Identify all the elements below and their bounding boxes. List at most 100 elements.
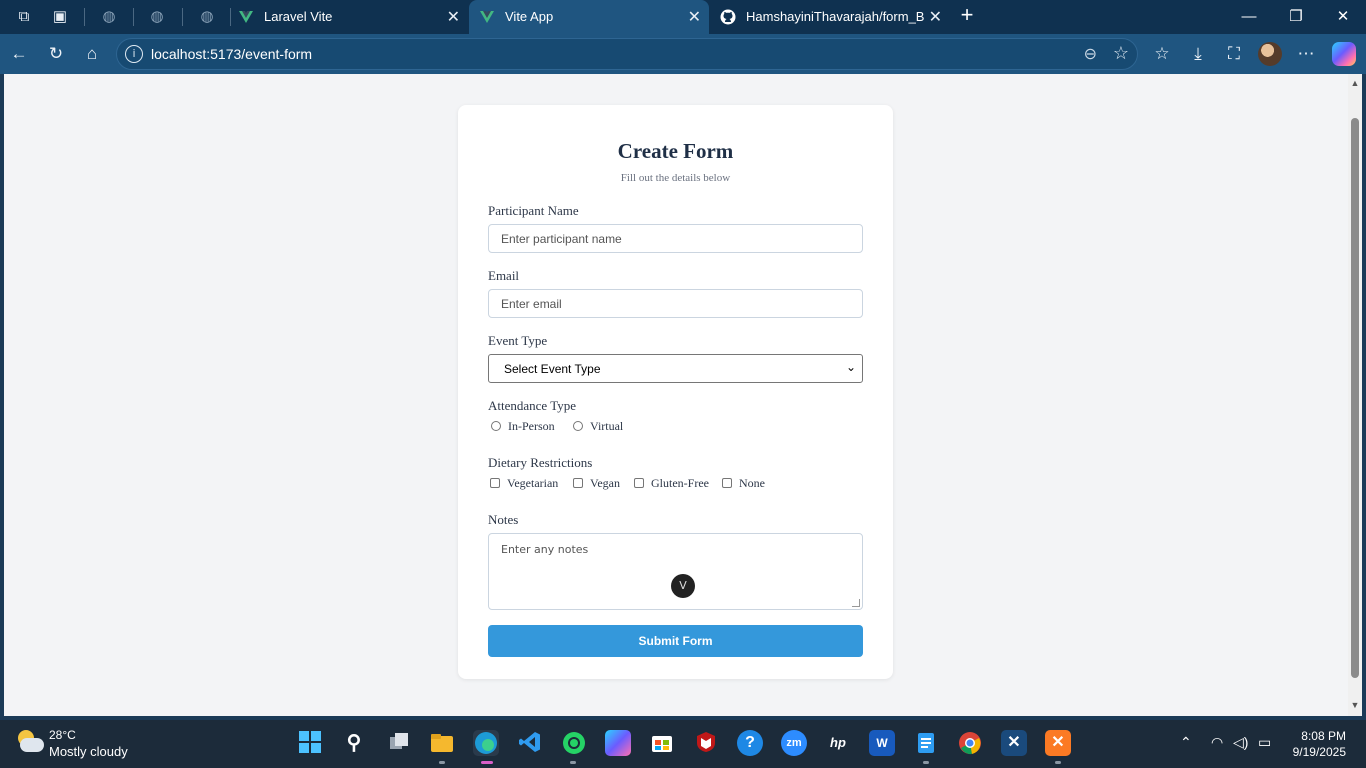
page-scrollbar[interactable]: ▲ ▼ — [1348, 74, 1362, 716]
edge-icon[interactable] — [473, 730, 499, 756]
screenshot-icon[interactable]: ⛶ — [1223, 43, 1245, 65]
event-type-label: Event Type — [488, 333, 548, 348]
event-form-card: Create Form Fill out the details below P… — [458, 105, 893, 679]
tab-actions-icon[interactable]: ▣ — [49, 6, 71, 28]
notes-label: Notes — [488, 512, 519, 527]
new-tab-button[interactable]: + — [956, 4, 978, 28]
file-explorer-icon[interactable] — [429, 730, 455, 756]
weather-icon[interactable] — [16, 728, 46, 758]
resize-handle-icon[interactable] — [852, 599, 860, 607]
running-indicator — [570, 761, 576, 764]
checkbox[interactable] — [722, 478, 732, 488]
task-view-icon[interactable] — [386, 730, 412, 756]
restore-button[interactable]: ❐ — [1285, 6, 1307, 28]
notes-textarea[interactable]: Enter any notes V — [488, 533, 863, 610]
zoom-icon[interactable]: ⊖ — [1084, 44, 1097, 64]
zoom-icon[interactable]: zm — [781, 730, 807, 756]
email-label: Email — [488, 268, 520, 283]
favorite-star-icon[interactable]: ☆ — [1113, 43, 1129, 64]
radio-button[interactable] — [573, 421, 583, 431]
dietary-option-gluten-free[interactable]: Gluten-Free — [634, 476, 709, 491]
more-menu-icon[interactable]: ⋯ — [1295, 43, 1317, 65]
copilot-icon[interactable] — [605, 730, 631, 756]
hp-icon[interactable]: hp — [825, 730, 851, 756]
xampp-x-icon[interactable]: ✕ — [1001, 730, 1027, 756]
battery-icon[interactable]: ▭ — [1258, 734, 1271, 751]
tab-laravel-vite[interactable]: Laravel Vite ✕ — [228, 0, 468, 34]
downloads-icon[interactable]: ⤓ — [1187, 43, 1209, 65]
attendance-option-label: In-Person — [508, 419, 555, 433]
tab-separator — [133, 8, 134, 26]
event-type-selected-value: Select Event Type — [504, 362, 601, 376]
email-input[interactable] — [488, 289, 863, 318]
minimize-button[interactable]: — — [1238, 6, 1260, 28]
copilot-icon[interactable] — [1332, 42, 1356, 66]
home-icon[interactable]: ⌂ — [81, 43, 103, 65]
xampp-icon[interactable]: ✕ — [1045, 730, 1071, 756]
site-info-icon[interactable]: i — [125, 45, 143, 63]
notepad-icon[interactable] — [913, 730, 939, 756]
notes-placeholder: Enter any notes — [501, 543, 589, 556]
scroll-up-icon[interactable]: ▲ — [1350, 78, 1360, 88]
search-icon[interactable]: ⚲ — [341, 730, 367, 756]
profile-avatar[interactable] — [1258, 42, 1282, 66]
dietary-option-vegetarian[interactable]: Vegetarian — [490, 476, 558, 491]
participant-name-input[interactable] — [488, 224, 863, 253]
favorites-icon[interactable]: ☆ — [1151, 43, 1173, 65]
tab-label: Vite App — [505, 9, 554, 24]
start-icon[interactable] — [297, 730, 323, 756]
chevron-up-icon[interactable]: ⌃ — [1180, 734, 1192, 751]
attendance-type-label: Attendance Type — [488, 398, 577, 413]
vue-devtools-icon[interactable]: V — [671, 574, 695, 598]
globe-tab-icon[interactable]: ◍ — [196, 6, 218, 28]
attendance-option-in-person[interactable]: In-Person — [491, 419, 555, 434]
globe-tab-icon[interactable]: ◍ — [98, 6, 120, 28]
running-indicator — [1055, 761, 1061, 764]
radio-button[interactable] — [491, 421, 501, 431]
vue-logo-icon — [480, 11, 494, 23]
chevron-down-icon: ⌄ — [845, 360, 856, 374]
attendance-option-label: Virtual — [590, 419, 624, 433]
checkbox[interactable] — [573, 478, 583, 488]
address-url[interactable]: localhost:5173/event-form — [151, 46, 312, 62]
tab-label: Laravel Vite — [264, 9, 333, 24]
vue-logo-icon — [239, 11, 253, 23]
volume-icon[interactable]: ◁) — [1233, 734, 1248, 751]
word-icon[interactable]: W — [869, 730, 895, 756]
close-tab-icon[interactable]: ✕ — [688, 7, 701, 27]
dietary-option-vegan[interactable]: Vegan — [573, 476, 620, 491]
store-icon[interactable] — [649, 730, 675, 756]
vscode-icon[interactable] — [517, 730, 543, 756]
back-icon[interactable]: ← — [8, 43, 30, 65]
attendance-option-virtual[interactable]: Virtual — [573, 419, 623, 434]
checkbox[interactable] — [634, 478, 644, 488]
chrome-icon[interactable] — [957, 730, 983, 756]
scrollbar-thumb[interactable] — [1351, 118, 1359, 678]
help-icon[interactable]: ? — [737, 730, 763, 756]
running-indicator — [923, 761, 929, 764]
weather-temperature[interactable]: 28°C — [49, 728, 76, 742]
clock-time: 8:08 PM — [1301, 729, 1346, 743]
globe-tab-icon[interactable]: ◍ — [146, 6, 168, 28]
tab-vite-app[interactable]: Vite App ✕ — [469, 0, 709, 34]
tab-github-repo[interactable]: HamshayiniThavarajah/form_Buil ✕ — [710, 0, 950, 34]
clock-date: 9/19/2025 — [1292, 745, 1346, 759]
dietary-option-none[interactable]: None — [722, 476, 765, 491]
checkbox[interactable] — [490, 478, 500, 488]
address-bar[interactable]: i localhost:5173/event-form ⊖ ☆ — [116, 38, 1138, 70]
weather-description[interactable]: Mostly cloudy — [49, 744, 128, 759]
mcafee-icon[interactable] — [693, 730, 719, 756]
whatsapp-icon[interactable] — [561, 730, 587, 756]
refresh-icon[interactable]: ↻ — [45, 43, 67, 65]
workspaces-icon[interactable]: ⧉ — [13, 6, 35, 28]
close-window-button[interactable]: ✕ — [1332, 6, 1354, 28]
tab-separator — [84, 8, 85, 26]
active-indicator — [481, 761, 493, 764]
event-type-select[interactable]: Select Event Type ⌄ — [488, 354, 863, 383]
scroll-down-icon[interactable]: ▼ — [1350, 700, 1360, 710]
submit-form-button[interactable]: Submit Form — [488, 625, 863, 657]
close-tab-icon[interactable]: ✕ — [447, 7, 460, 27]
close-tab-icon[interactable]: ✕ — [929, 7, 942, 27]
wifi-icon[interactable]: ◠ — [1211, 734, 1223, 751]
system-clock[interactable]: 8:08 PM 9/19/2025 — [1284, 728, 1346, 760]
